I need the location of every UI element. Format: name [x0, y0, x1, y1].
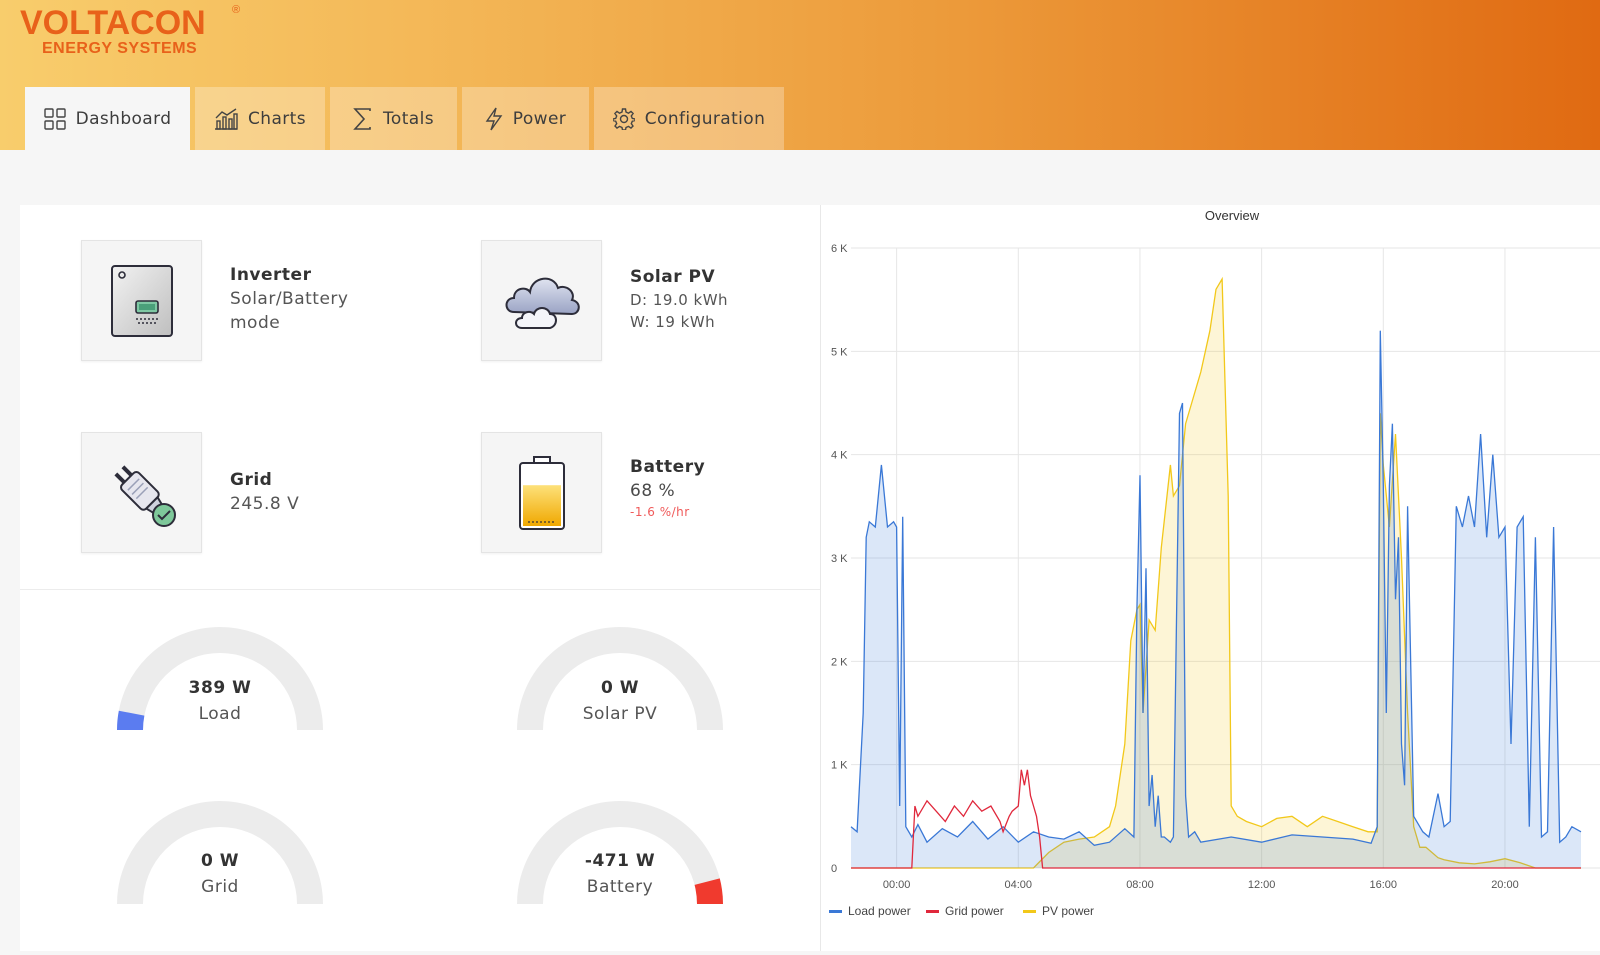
solar-gauge-value: 0 W: [601, 678, 639, 698]
grid-icon: [43, 107, 66, 130]
inverter-icon: [110, 264, 173, 337]
tab-charts[interactable]: Charts: [195, 87, 325, 150]
grid-card[interactable]: [81, 432, 202, 553]
battery-rate: -1.6 %/hr: [630, 505, 690, 519]
plug-check-icon: [113, 464, 176, 527]
solar-gauge-label: Solar PV: [582, 704, 658, 724]
grid-voltage: 245.8 V: [230, 494, 300, 514]
battery-card[interactable]: [481, 432, 602, 553]
bolt-icon: [485, 107, 503, 130]
inverter-card[interactable]: [81, 240, 202, 361]
overview-chart-panel: Overview 0 1 K 2 K 3 K 4 K 5 K 6 K 00:00 04:00 08:…: [821, 205, 1600, 951]
battery-gauge-label: Battery: [586, 877, 654, 897]
tab-label: Configuration: [644, 108, 766, 129]
tab-power[interactable]: Power: [462, 87, 589, 150]
battery-level: 68 %: [630, 481, 676, 501]
battery-title: Battery: [630, 457, 706, 477]
y-tick-label: 0: [831, 863, 837, 875]
legend-label[interactable]: PV power: [1042, 904, 1094, 918]
tab-label: Dashboard: [75, 108, 172, 129]
solar-info: Solar PV D: 19.0 kWh W: 19 kWh: [630, 265, 728, 333]
solar-card[interactable]: [481, 240, 602, 361]
inverter-title: Inverter: [230, 265, 312, 285]
battery-info: Battery 68 % -1.6 %/hr: [630, 455, 705, 521]
legend-label[interactable]: Load power: [848, 904, 911, 918]
legend-swatch: [926, 910, 939, 913]
legend-swatch: [1023, 910, 1036, 913]
tab-totals[interactable]: Totals: [330, 87, 457, 150]
battery-gauge-value: -471 W: [584, 851, 656, 871]
panel-divider: [20, 589, 820, 590]
solar-daily: D: 19.0 kWh: [630, 291, 729, 309]
solar-title: Solar PV: [630, 267, 716, 287]
legend-swatch: [829, 910, 842, 913]
brand-logo: VOLTACON ® ENERGY SYSTEMS: [20, 4, 240, 58]
inverter-info: Inverter Solar/Battery mode: [230, 263, 348, 335]
solar-weekly: W: 19 kWh: [630, 313, 716, 331]
chart-title: Overview: [1205, 208, 1260, 223]
gear-icon: [612, 107, 635, 130]
toolbar-strip: [0, 150, 1600, 205]
top-banner: VOLTACON ® ENERGY SYSTEMS Dashboard Char…: [0, 0, 1600, 150]
tab-label: Power: [512, 108, 567, 129]
grid-title: Grid: [230, 470, 273, 490]
y-tick-label: 3 K: [831, 553, 848, 565]
x-tick-label: 00:00: [883, 879, 911, 891]
grid-gauge-value: 0 W: [201, 851, 239, 871]
x-tick-label: 20:00: [1491, 879, 1519, 891]
registered-mark: ®: [232, 4, 241, 16]
overview-chart: Overview 0 1 K 2 K 3 K 4 K 5 K 6 K 00:00 04:00 08:…: [829, 208, 1600, 918]
tab-label: Totals: [383, 108, 434, 129]
x-tick-label: 08:00: [1126, 879, 1154, 891]
y-tick-label: 6 K: [831, 243, 848, 255]
cloud-icon: [505, 277, 580, 329]
y-tick-label: 4 K: [831, 450, 848, 462]
x-tick-label: 04:00: [1005, 879, 1033, 891]
x-tick-label: 12:00: [1248, 879, 1276, 891]
battery-fill: [522, 484, 561, 526]
load-gauge-label: Load: [198, 704, 242, 724]
tab-label: Charts: [248, 108, 306, 129]
inverter-mode-line2: mode: [230, 313, 281, 333]
y-tick-label: 1 K: [831, 760, 848, 772]
battery-icon: [518, 455, 565, 530]
tab-dashboard[interactable]: Dashboard: [25, 87, 190, 150]
inverter-mode-line1: Solar/Battery: [230, 289, 349, 309]
legend-label[interactable]: Grid power: [945, 904, 1004, 918]
chart-icon: [215, 107, 238, 130]
grid-info: Grid 245.8 V: [230, 468, 299, 516]
y-tick-label: 2 K: [831, 656, 848, 668]
y-tick-label: 5 K: [831, 346, 848, 358]
grid-gauge-label: Grid: [201, 877, 239, 897]
x-tick-label: 16:00: [1370, 879, 1398, 891]
brand-tagline: ENERGY SYSTEMS: [42, 40, 198, 57]
brand-name: VOLTACON: [20, 4, 206, 42]
tab-configuration[interactable]: Configuration: [594, 87, 784, 150]
sigma-icon: [353, 107, 371, 130]
load-gauge-value: 389 W: [188, 678, 252, 698]
